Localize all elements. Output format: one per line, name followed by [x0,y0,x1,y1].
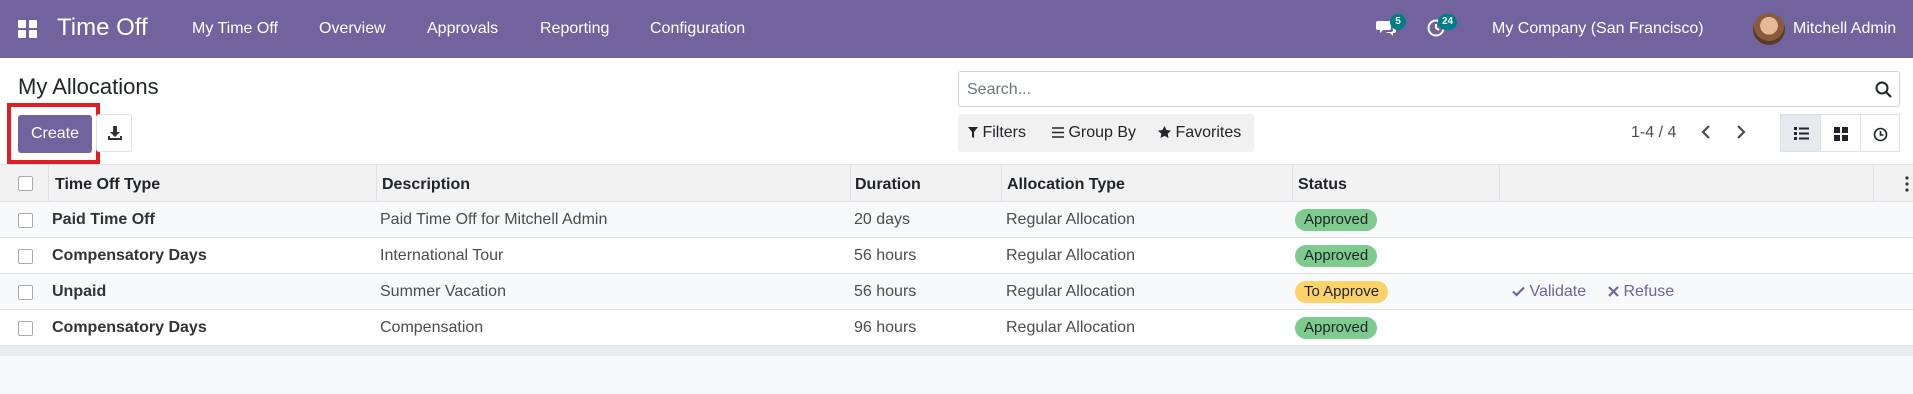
messages-badge: 5 [1390,14,1406,30]
refuse-button[interactable]: Refuse [1608,283,1674,301]
user-menu[interactable]: Mitchell Admin [1793,20,1896,38]
cell-allocation-type: Regular Allocation [1006,211,1135,228]
header-description[interactable]: Description [382,176,470,194]
favorites-label: Favorites [1175,124,1242,141]
table-footer [0,346,1913,356]
groupby-button[interactable]: Group By [1052,124,1136,142]
cell-description: International Tour [380,247,504,264]
filters-button[interactable]: Filters [968,124,1026,142]
table-header: Time Off Type Description Duration Alloc… [0,164,1913,203]
status-badge: Approved [1295,245,1378,267]
menu-overview[interactable]: Overview [319,20,386,38]
row-checkbox[interactable] [18,321,33,336]
cell-allocation-type: Regular Allocation [1006,283,1135,300]
cell-duration: 56 hours [854,247,917,264]
export-button[interactable] [96,114,132,152]
chevron-left-icon[interactable] [1700,124,1712,140]
chevron-right-icon[interactable] [1735,124,1747,140]
status-badge: Approved [1295,317,1378,339]
download-icon [108,126,122,140]
apps-menu-icon[interactable] [18,20,38,38]
cell-allocation-type: Regular Allocation [1006,247,1135,264]
status-badge: To Approve [1295,281,1389,303]
search-options: Filters Group By Favorites [958,114,1254,152]
star-icon [1158,126,1171,138]
cell-type: Unpaid [52,283,107,300]
activities-badge: 24 [1438,14,1458,30]
company-switcher[interactable]: My Company (San Francisco) [1492,20,1704,38]
avatar[interactable] [1753,13,1785,45]
kebab-icon[interactable] [1905,176,1909,192]
list-view-button[interactable] [1780,114,1821,152]
activity-view-icon [1873,127,1888,142]
cell-description: Compensation [380,319,484,336]
header-duration[interactable]: Duration [855,176,921,194]
create-button[interactable]: Create [18,115,92,153]
cell-duration: 20 days [854,211,911,228]
row-checkbox[interactable] [18,213,33,228]
cell-type: Compensatory Days [52,319,207,336]
cell-allocation-type: Regular Allocation [1006,319,1135,336]
kanban-view-button[interactable] [1820,114,1861,152]
favorites-button[interactable]: Favorites [1158,124,1241,142]
header-time-off-type[interactable]: Time Off Type [55,176,160,194]
app-brand[interactable]: Time Off [57,14,148,42]
cell-type: Compensatory Days [52,247,207,264]
filter-icon [968,127,978,138]
table-row[interactable]: Unpaid Summer Vacation 56 hours Regular … [0,274,1913,310]
page-title: My Allocations [18,74,159,99]
menu-approvals[interactable]: Approvals [427,20,498,38]
times-icon [1608,286,1619,297]
kanban-view-icon [1834,127,1848,141]
cell-description: Summer Vacation [380,283,506,300]
status-badge: Approved [1295,209,1378,231]
menu-my-time-off[interactable]: My Time Off [192,20,278,38]
table-row[interactable]: Paid Time Off Paid Time Off for Mitchell… [0,202,1913,238]
table-row[interactable]: Compensatory Days International Tour 56 … [0,238,1913,274]
header-status[interactable]: Status [1298,176,1347,194]
search-icon[interactable] [1875,81,1892,98]
list-view-icon [1794,127,1809,140]
search-input[interactable] [967,80,1867,100]
validate-button[interactable]: Validate [1512,283,1586,301]
groupby-icon [1052,127,1064,138]
filters-label: Filters [982,124,1027,141]
table-row[interactable]: Compensatory Days Compensation 96 hours … [0,310,1913,346]
row-checkbox[interactable] [18,249,33,264]
cell-type: Paid Time Off [52,211,155,228]
check-icon [1512,286,1525,297]
refuse-label: Refuse [1623,283,1675,300]
row-checkbox[interactable] [18,285,33,300]
top-navbar: Time Off My Time Off Overview Approvals … [0,0,1913,58]
groupby-label: Group By [1068,124,1137,141]
cell-description: Paid Time Off for Mitchell Admin [380,211,608,228]
menu-configuration[interactable]: Configuration [650,20,745,38]
pager-value[interactable]: 1-4 / 4 [1631,124,1676,142]
cell-duration: 96 hours [854,319,917,336]
menu-reporting[interactable]: Reporting [540,20,609,38]
allocations-table: Time Off Type Description Duration Alloc… [0,164,1913,346]
select-all-checkbox[interactable] [18,176,33,191]
header-allocation-type[interactable]: Allocation Type [1007,176,1125,194]
search-box [958,71,1900,107]
activity-view-button[interactable] [1860,114,1900,152]
cell-duration: 56 hours [854,283,917,300]
validate-label: Validate [1529,283,1587,300]
